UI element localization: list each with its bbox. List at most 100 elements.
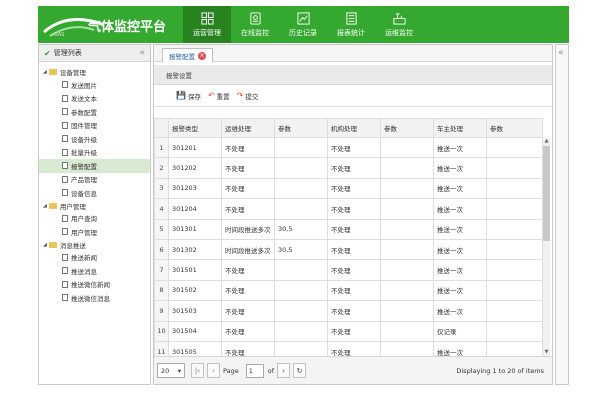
tree-item[interactable]: 用户管理 — [39, 225, 150, 239]
tree-item[interactable]: 发送文本 — [39, 92, 150, 106]
table-cell-p3[interactable] — [486, 238, 543, 261]
column-header[interactable]: 运维处理 — [221, 118, 275, 138]
submit-button[interactable]: ↷ 提交 — [237, 91, 259, 101]
table-cell-owner[interactable]: 推送一次 — [433, 279, 487, 302]
tree-group-push[interactable]: ◢ 消息推送 — [39, 239, 150, 251]
table-cell-p1[interactable] — [274, 157, 328, 179]
page-size-select[interactable]: 20 ▾ — [157, 363, 185, 378]
table-cell-type[interactable]: 301502 — [168, 279, 222, 302]
table-row[interactable]: 7 301501 不处理 不处理 推送一次 — [154, 259, 543, 281]
table-cell-org[interactable]: 不处理 — [327, 218, 381, 240]
table-cell-p3[interactable] — [486, 136, 543, 159]
tree-item[interactable]: 设备信息 — [39, 186, 150, 200]
table-cell-org[interactable]: 不处理 — [327, 136, 381, 159]
table-cell-p2[interactable] — [380, 198, 434, 220]
table-cell-owner[interactable]: 推送一次 — [433, 177, 487, 200]
table-row[interactable]: 2 301202 不处理 不处理 推送一次 — [154, 157, 543, 179]
table-cell-p1[interactable] — [274, 320, 328, 342]
table-cell-org[interactable]: 不处理 — [327, 320, 381, 342]
table-cell-p1[interactable] — [274, 136, 328, 159]
column-header[interactable]: 参数 — [274, 118, 328, 138]
table-cell-p2[interactable] — [380, 300, 434, 322]
table-cell-p2[interactable] — [380, 157, 434, 179]
scroll-up-icon[interactable]: ▲ — [543, 138, 550, 145]
tree-item[interactable]: 用户查询 — [39, 212, 150, 226]
table-cell-p2[interactable] — [380, 218, 434, 240]
table-cell-p1[interactable]: 30,5 — [274, 218, 328, 240]
table-cell-ops[interactable]: 时间段推送多次 — [221, 218, 275, 240]
tree-item[interactable]: 设备升级 — [39, 132, 150, 146]
table-cell-p1[interactable] — [274, 177, 328, 200]
nav-online-monitor[interactable]: 在线监控 — [231, 6, 279, 43]
scroll-thumb[interactable] — [543, 146, 550, 241]
table-cell-type[interactable]: 301501 — [168, 259, 222, 281]
table-cell-p2[interactable] — [380, 320, 434, 342]
table-cell-type[interactable]: 301504 — [168, 320, 222, 342]
table-cell-ops[interactable]: 不处理 — [221, 198, 275, 220]
table-cell-ops[interactable]: 不处理 — [221, 300, 275, 322]
nav-operations[interactable]: 运营管理 — [183, 6, 231, 43]
table-cell-org[interactable]: 不处理 — [327, 259, 381, 281]
table-cell-p2[interactable] — [380, 177, 434, 200]
table-cell-p1[interactable] — [274, 198, 328, 220]
table-cell-type[interactable]: 301201 — [168, 136, 222, 159]
column-header[interactable]: 参数 — [486, 118, 543, 138]
table-cell-owner[interactable]: 推送一次 — [433, 300, 487, 322]
table-row[interactable]: 3 301203 不处理 不处理 推送一次 — [154, 177, 543, 200]
tree-item[interactable]: 批量升级 — [39, 146, 150, 160]
table-cell-p3[interactable] — [486, 177, 543, 200]
table-row[interactable]: 9 301503 不处理 不处理 推送一次 — [154, 300, 543, 322]
table-cell-p3[interactable] — [486, 279, 543, 302]
tree-item[interactable]: 推送新闻 — [39, 251, 150, 265]
table-cell-p3[interactable] — [486, 218, 543, 240]
table-cell-owner[interactable]: 推送一次 — [433, 218, 487, 240]
column-header[interactable]: 机构处理 — [327, 118, 381, 138]
collapse-left-icon[interactable]: « — [139, 48, 145, 58]
table-cell-p3[interactable] — [486, 198, 543, 220]
tree-item[interactable]: 参数配置 — [39, 105, 150, 119]
prev-page-button[interactable]: ‹ — [207, 363, 220, 378]
page-number-input[interactable]: 1 — [245, 363, 264, 378]
expand-right-icon[interactable]: « — [558, 48, 564, 58]
table-cell-org[interactable]: 不处理 — [327, 157, 381, 179]
column-header[interactable]: 报警类型 — [168, 118, 222, 138]
table-cell-org[interactable]: 不处理 — [327, 177, 381, 200]
table-cell-owner[interactable]: 推送一次 — [433, 238, 487, 261]
table-cell-org[interactable]: 不处理 — [327, 279, 381, 302]
column-header[interactable]: 车主处理 — [433, 118, 487, 138]
column-header[interactable]: 参数 — [380, 118, 434, 138]
tree-item[interactable]: 固件管理 — [39, 119, 150, 133]
table-cell-ops[interactable]: 不处理 — [221, 279, 275, 302]
table-cell-ops[interactable]: 不处理 — [221, 177, 275, 200]
table-row[interactable]: 10 301504 不处理 不处理 仅记录 — [154, 320, 543, 342]
table-cell-ops[interactable]: 不处理 — [221, 259, 275, 281]
table-cell-p3[interactable] — [486, 157, 543, 179]
table-cell-p3[interactable] — [486, 300, 543, 322]
table-cell-org[interactable]: 不处理 — [327, 300, 381, 322]
table-cell-owner[interactable]: 推送一次 — [433, 259, 487, 281]
table-cell-type[interactable]: 301301 — [168, 218, 222, 240]
table-row[interactable]: 1 301201 不处理 不处理 推送一次 — [154, 136, 543, 159]
tree-item[interactable]: 推送微信消息 — [39, 291, 150, 305]
table-cell-p1[interactable] — [274, 259, 328, 281]
save-button[interactable]: 💾 保存 — [176, 91, 201, 101]
table-row[interactable]: 4 301204 不处理 不处理 推送一次 — [154, 198, 543, 220]
table-cell-p1[interactable]: 30,5 — [274, 238, 328, 261]
close-icon[interactable]: × — [198, 51, 206, 60]
tree-group-user[interactable]: ◢ 用户管理 — [39, 200, 150, 212]
table-cell-p1[interactable] — [274, 300, 328, 322]
nav-maintenance[interactable]: 运维监控 — [375, 6, 423, 43]
table-row[interactable]: 8 301502 不处理 不处理 推送一次 — [154, 279, 543, 302]
table-cell-owner[interactable]: 仅记录 — [433, 320, 487, 342]
refresh-button[interactable]: ↻ — [293, 363, 307, 378]
table-cell-org[interactable]: 不处理 — [327, 238, 381, 261]
tree-item[interactable]: 推送微信新闻 — [39, 278, 150, 292]
table-cell-ops[interactable]: 不处理 — [221, 320, 275, 342]
table-cell-type[interactable]: 301204 — [168, 198, 222, 220]
table-cell-ops[interactable]: 不处理 — [221, 136, 275, 159]
table-cell-owner[interactable]: 推送一次 — [433, 136, 487, 159]
next-page-button[interactable]: › — [277, 363, 291, 378]
table-cell-type[interactable]: 301203 — [168, 177, 222, 200]
table-row[interactable]: 5 301301 时间段推送多次 30,5 不处理 推送一次 — [154, 218, 543, 240]
tree-item[interactable]: 产品管理 — [39, 173, 150, 187]
